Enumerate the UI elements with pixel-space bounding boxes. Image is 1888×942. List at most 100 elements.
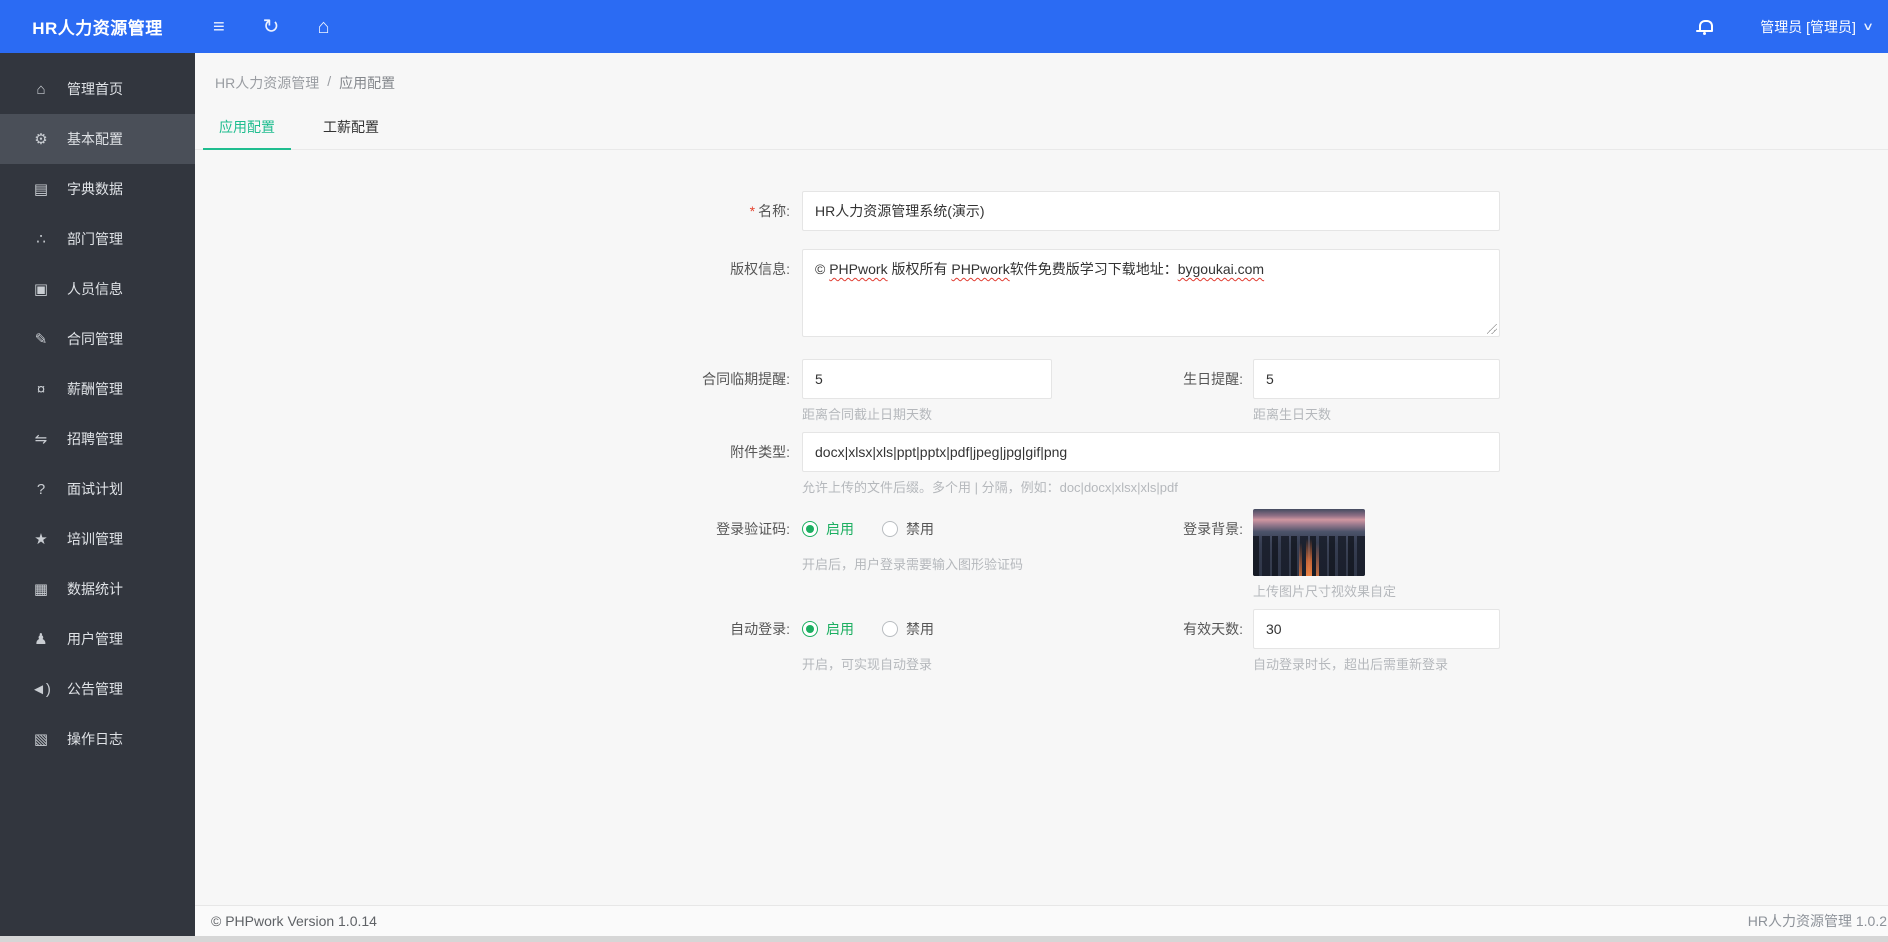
valid-days-label: 有效天数: — [1183, 620, 1243, 637]
captcha-radio-group: 启用 禁用 — [802, 509, 1052, 549]
sidebar-item-label: 用户管理 — [67, 631, 123, 647]
radio-label: 启用 — [826, 620, 854, 637]
sidebar-item-label: 基本配置 — [67, 131, 123, 147]
sidebar-item-operation-log[interactable]: ▧ 操作日志 — [0, 714, 195, 764]
valid-days-input[interactable] — [1253, 608, 1500, 649]
copyright-text: 版权所有 — [887, 261, 952, 277]
radio-unselected-icon — [882, 620, 898, 637]
sidebar-item-label: 人员信息 — [67, 281, 123, 297]
sidebar-item-label: 数据统计 — [67, 581, 123, 597]
sidebar-item-label: 薪酬管理 — [67, 381, 123, 397]
captcha-label: 登录验证码: — [716, 521, 790, 538]
birthday-remind-hint: 距离生日天数 — [1253, 407, 1332, 422]
sidebar-item-contracts[interactable]: ✎ 合同管理 — [0, 314, 195, 364]
sidebar-item-dictionary[interactable]: ▤ 字典数据 — [0, 164, 195, 214]
name-label: * 名称: — [749, 203, 790, 219]
bell-icon[interactable] — [1696, 18, 1714, 36]
sidebar-item-dashboard[interactable]: ⌂ 管理首页 — [0, 64, 195, 114]
required-asterisk: * — [749, 203, 756, 219]
app-config-form: *名称: 版权信息: © PHPwork 版权所有 PHPwork软件免费版学习… — [195, 150, 1888, 674]
birthday-remind-input[interactable] — [1253, 359, 1500, 399]
money-icon: ¤ — [36, 380, 46, 398]
captcha-radio-disable[interactable]: 禁用 — [882, 519, 934, 539]
birthday-remind-label: 生日提醒: — [1183, 371, 1243, 387]
sidebar-item-salary[interactable]: ¤ 薪酬管理 — [0, 364, 195, 414]
contract-remind-label: 合同临期提醒: — [702, 371, 790, 387]
home-icon: ⌂ — [36, 80, 46, 98]
chevron-down-icon: ∨ — [1861, 21, 1875, 33]
auto-login-radio-disable[interactable]: 禁用 — [882, 619, 934, 639]
sidebar-item-label: 字典数据 — [67, 181, 123, 197]
copyright-text: © — [815, 261, 830, 277]
bar-chart-icon: ▦ — [33, 581, 49, 598]
attachment-type-hint: 允许上传的文件后缀。多个用 | 分隔，例如：doc|docx|xlsx|xls|… — [802, 480, 1178, 496]
refresh-icon[interactable]: ↻ — [263, 17, 280, 37]
tab-salary-config[interactable]: 工薪配置 — [321, 109, 381, 149]
sidebar-item-announcements[interactable]: ◄) 公告管理 — [0, 664, 195, 714]
user-name: 管理员 [管理员] — [1760, 18, 1856, 35]
app-logo: HR人力资源管理 — [32, 19, 163, 38]
sidebar-item-training[interactable]: ★ 培训管理 — [0, 514, 195, 564]
speaker-icon: ◄) — [31, 680, 51, 698]
city-skyline-graphic — [1253, 536, 1365, 577]
valid-days-hint: 自动登录时长，超出后需重新登录 — [1253, 656, 1449, 672]
breadcrumb: HR人力资源管理 / 应用配置 — [195, 53, 1888, 93]
name-input[interactable] — [802, 191, 1500, 231]
footer: © PHPwork Version 1.0.14 HR人力资源管理 1.0.2 — [195, 905, 1888, 936]
sidebar-item-interview-plan[interactable]: ? 面试计划 — [0, 464, 195, 514]
copyright-textarea[interactable]: © PHPwork 版权所有 PHPwork软件免费版学习下载地址：bygouk… — [802, 249, 1500, 337]
tab-bar: 应用配置 工薪配置 — [195, 109, 1888, 150]
radio-selected-icon — [802, 521, 818, 538]
auto-login-radio-enable[interactable]: 启用 — [802, 619, 854, 639]
copyright-text: bygoukai.com — [1177, 261, 1265, 277]
sidebar-item-label: 面试计划 — [67, 481, 123, 497]
auto-login-hint: 开启，可实现自动登录 — [802, 656, 933, 672]
sitemap-icon: ∴ — [36, 231, 46, 248]
footer-version: © PHPwork Version 1.0.14 — [211, 913, 377, 929]
pen-icon: ✎ — [34, 331, 48, 348]
captcha-hint: 开启后，用户登录需要输入图形验证码 — [802, 557, 1024, 573]
captcha-radio-enable[interactable]: 启用 — [802, 519, 854, 539]
idcard-icon: ▣ — [33, 281, 49, 298]
user-icon: ♟ — [34, 631, 48, 648]
sidebar-item-departments[interactable]: ∴ 部门管理 — [0, 214, 195, 264]
sidebar: ⌂ 管理首页 ⚙ 基本配置 ▤ 字典数据 ∴ 部门管理 ▣ 人员信息 ✎ 合同管… — [0, 53, 195, 942]
sidebar-item-label: 合同管理 — [67, 331, 123, 347]
breadcrumb-current: 应用配置 — [339, 75, 396, 91]
breadcrumb-root[interactable]: HR人力资源管理 — [215, 73, 319, 93]
resize-grip-icon[interactable] — [1487, 324, 1497, 334]
sidebar-item-recruitment[interactable]: ⇋ 招聘管理 — [0, 414, 195, 464]
sidebar-item-statistics[interactable]: ▦ 数据统计 — [0, 564, 195, 614]
horizontal-scrollbar[interactable] — [0, 936, 1888, 942]
sidebar-item-label: 管理首页 — [67, 81, 123, 97]
tab-app-config[interactable]: 应用配置 — [203, 109, 291, 150]
radio-label: 禁用 — [906, 620, 934, 637]
copyright-text: 软件免费版学习下载地址： — [1009, 261, 1178, 277]
radio-unselected-icon — [882, 521, 898, 538]
radio-label: 启用 — [826, 521, 854, 538]
sidebar-item-personnel[interactable]: ▣ 人员信息 — [0, 264, 195, 314]
contract-remind-hint: 距离合同截止日期天数 — [802, 407, 933, 422]
radio-selected-icon — [802, 620, 818, 637]
radio-label: 禁用 — [906, 521, 934, 538]
user-menu[interactable]: 管理员 [管理员] ∨ — [1760, 17, 1875, 37]
collapse-menu-icon[interactable]: ≡ — [213, 17, 225, 37]
login-background-thumbnail[interactable] — [1253, 509, 1365, 577]
sidebar-item-label: 招聘管理 — [67, 431, 123, 447]
gear-icon: ⚙ — [34, 131, 48, 148]
sidebar-item-basic-config[interactable]: ⚙ 基本配置 — [0, 114, 195, 164]
sidebar-item-label: 部门管理 — [67, 231, 123, 247]
log-icon: ▧ — [33, 731, 49, 748]
copyright-label: 版权信息: — [730, 261, 790, 277]
handshake-icon: ⇋ — [34, 431, 48, 448]
sidebar-item-users[interactable]: ♟ 用户管理 — [0, 614, 195, 664]
auto-login-label: 自动登录: — [730, 620, 790, 637]
attachment-type-input[interactable] — [802, 432, 1500, 473]
copyright-text: PHPwork — [829, 261, 888, 277]
sidebar-item-label: 公告管理 — [67, 681, 123, 697]
home-icon[interactable]: ⌂ — [317, 17, 329, 37]
login-bg-hint: 上传图片尺寸视效果自定 — [1253, 584, 1397, 600]
topbar: HR人力资源管理 ≡ ↻ ⌂ 管理员 [管理员] ∨ — [0, 0, 1888, 53]
sidebar-item-label: 培训管理 — [67, 531, 123, 547]
contract-remind-input[interactable] — [802, 359, 1052, 399]
